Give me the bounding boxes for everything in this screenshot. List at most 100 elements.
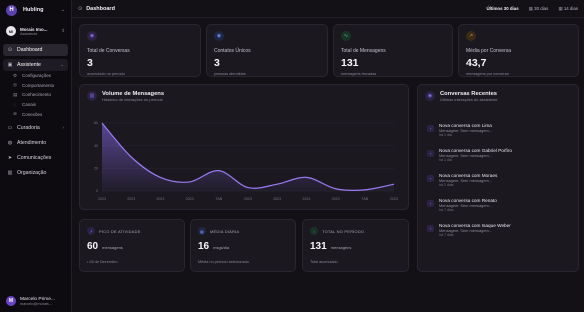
stat-value: 43,7 [466, 57, 487, 69]
x-tick-label: 2023 [390, 197, 398, 201]
sidebar-item-assistente[interactable]: ▣ Assistente ⌄ [3, 59, 68, 71]
mini-card-pico: ↗ PICO DE ATIVIDADE 60 mensagens • 28 de… [79, 219, 185, 272]
trend-icon: ↗ [466, 31, 476, 41]
conversation-time: há 2 dias [439, 183, 454, 187]
sidebar: H Hubling ⌄ MI Morais Imo... Assistente … [0, 0, 72, 312]
stat-sub: pessoas atendidas [214, 72, 246, 76]
brand-logo: H [6, 4, 17, 16]
stat-value: 3 [87, 57, 93, 69]
y-tick-label: 20 [94, 167, 98, 171]
x-tick-label: 2023 [273, 197, 281, 201]
message-icon: ▫ [310, 227, 318, 235]
x-tick-label: TAB [215, 197, 222, 201]
chevron-right-icon: › [62, 125, 65, 131]
behavior-icon: ◎ [13, 82, 17, 88]
sidebar-item-label: Organização [17, 169, 47, 176]
stat-value: 3 [214, 57, 220, 69]
workspace-role: Assistente [20, 31, 38, 36]
sidebar-subitem-label: Conexões [22, 111, 43, 117]
avatar: M [6, 296, 16, 306]
calendar-icon: ▦ [558, 5, 563, 11]
period-option-14[interactable]: ▦ 14 dias [558, 6, 578, 12]
chart-subtitle: Histórico de interações no período [102, 97, 163, 102]
bar-chart-icon: ▥ [87, 91, 97, 101]
bot-icon: ▣ [7, 62, 13, 68]
sidebar-subitem-canais[interactable]: ◌ Canais [13, 100, 68, 110]
y-tick-label: 60 [94, 121, 98, 125]
recent-conversations-card: ◉ Conversas Recentes Últimas interações … [417, 84, 579, 272]
mini-card-total: ▫ TOTAL NO PERÍODO 131 mensagens Total a… [302, 219, 409, 272]
mini-unit: mensagens [330, 245, 352, 250]
assistente-submenu: ⚙ Configurações ◎ Comportamento ▤ Conhec… [3, 71, 68, 119]
y-tick-label: 40 [94, 144, 98, 148]
sidebar-item-atendimento[interactable]: ◍ Atendimento [3, 137, 68, 149]
x-tick-label: TAB [361, 197, 368, 201]
users-icon: ◉ [214, 31, 224, 41]
page-title: Dashboard [86, 5, 115, 12]
conversation-item[interactable]: ▫ Nova conversa com Isaque Weber Mensage… [427, 223, 512, 237]
stat-sub: mensagens por conversa [466, 72, 509, 76]
user-name: Marcelo Prime... [20, 296, 55, 302]
sidebar-item-label: Comunicações [17, 154, 52, 161]
mini-value: 60 [87, 241, 99, 252]
conversation-item[interactable]: ▫ Nova conversa com Moraes Mensagem: Sem… [427, 173, 512, 187]
sidebar-subitem-conhecimento[interactable]: ▤ Conhecimento [13, 90, 68, 100]
x-tick-label: 2023 [302, 197, 310, 201]
dashboard-icon: ⊙ [7, 47, 13, 53]
y-tick-label: 0 [96, 189, 98, 193]
mini-badge: ↗ PICO DE ATIVIDADE [87, 227, 141, 235]
send-icon: ➤ [7, 154, 13, 161]
mini-unit: msgs/dia [213, 245, 230, 250]
conversation-time: há 7 dias [439, 233, 454, 237]
mini-value: 16 [198, 241, 210, 252]
period-selector: Últimos 30 dias ▦ 30 dias ▦ 14 dias [486, 6, 578, 12]
calendar-icon: ▦ [198, 227, 206, 235]
brand[interactable]: H Hubling ⌄ [0, 0, 71, 20]
conversation-item[interactable]: ▫ Nova conversa com Renato Mensagem: Sem… [427, 198, 512, 212]
brand-name: Hubling [23, 7, 44, 13]
sidebar-item-curadoria[interactable]: ▭ Curadoria › [3, 122, 68, 134]
conversation-time: há 7 dias [439, 208, 454, 212]
conversation-item[interactable]: ▫ Nova conversa com Lima Mensagem: Sem m… [427, 123, 512, 137]
x-tick-label: 2023 [244, 197, 252, 201]
stat-label: Média por Conversa [466, 48, 512, 54]
workspace-switcher[interactable]: MI Morais Imo... Assistente ⇕ [0, 22, 71, 40]
sidebar-subitem-configuracoes[interactable]: ⚙ Configurações [13, 71, 68, 81]
sidebar-subitem-label: Configurações [22, 73, 52, 79]
sidebar-subitem-conexoes[interactable]: ⊚ Conexões [13, 109, 68, 119]
stat-card-mensagens: ∿ Total de Mensagens 131 mensagens troca… [333, 24, 453, 77]
folder-icon: ▭ [7, 124, 13, 131]
mini-sub: Média no período selecionado [198, 260, 249, 264]
sidebar-subitem-comportamento[interactable]: ◎ Comportamento [13, 81, 68, 91]
mini-badge: ▦ MÉDIA DIÁRIA [198, 227, 240, 235]
user-profile[interactable]: M Marcelo Prime... marcelo@morais... [6, 296, 55, 306]
x-tick-label: 2023 [186, 197, 194, 201]
top-header: ⊙ Dashboard Últimos 30 dias ▦ 30 dias ▦ … [72, 0, 584, 18]
sidebar-item-comunicacoes[interactable]: ➤ Comunicações [3, 152, 68, 164]
building-icon: ▥ [7, 169, 13, 176]
mini-badge: ▫ TOTAL NO PERÍODO [310, 227, 364, 235]
sidebar-subitem-label: Conhecimento [22, 92, 52, 98]
activity-icon: ∿ [341, 31, 351, 41]
chevron-updown-icon: ⇕ [61, 28, 65, 33]
chart-area [102, 123, 394, 191]
sidebar-item-label: Atendimento [17, 139, 47, 146]
period-option-30[interactable]: ▦ 30 dias [529, 6, 549, 12]
sidebar-item-dashboard[interactable]: ⊙ Dashboard [3, 44, 68, 56]
message-icon: ▫ [427, 200, 434, 207]
sidebar-item-label: Assistente [17, 62, 41, 68]
conversation-item[interactable]: ▫ Nova conversa com Gabriel Porfiro Mens… [427, 148, 512, 162]
x-tick-label: 2023 [98, 197, 106, 201]
stat-label: Contatos Únicos [214, 48, 251, 54]
link-icon: ⊚ [13, 111, 17, 117]
period-dropdown[interactable]: Últimos 30 dias [486, 6, 518, 11]
gear-icon: ⚙ [13, 72, 18, 78]
conversations-subtitle: Últimas interações do assistente [440, 97, 498, 102]
dashboard-icon: ⊙ [78, 5, 83, 12]
chat-icon: ◉ [87, 31, 97, 41]
mini-sub: • 28 de Dezembro [87, 260, 118, 264]
sidebar-item-label: Curadoria [17, 124, 40, 131]
headset-icon: ◍ [7, 139, 13, 146]
mini-card-media: ▦ MÉDIA DIÁRIA 16 msgs/dia Média no perí… [190, 219, 296, 272]
sidebar-item-organizacao[interactable]: ▥ Organização [3, 167, 68, 179]
